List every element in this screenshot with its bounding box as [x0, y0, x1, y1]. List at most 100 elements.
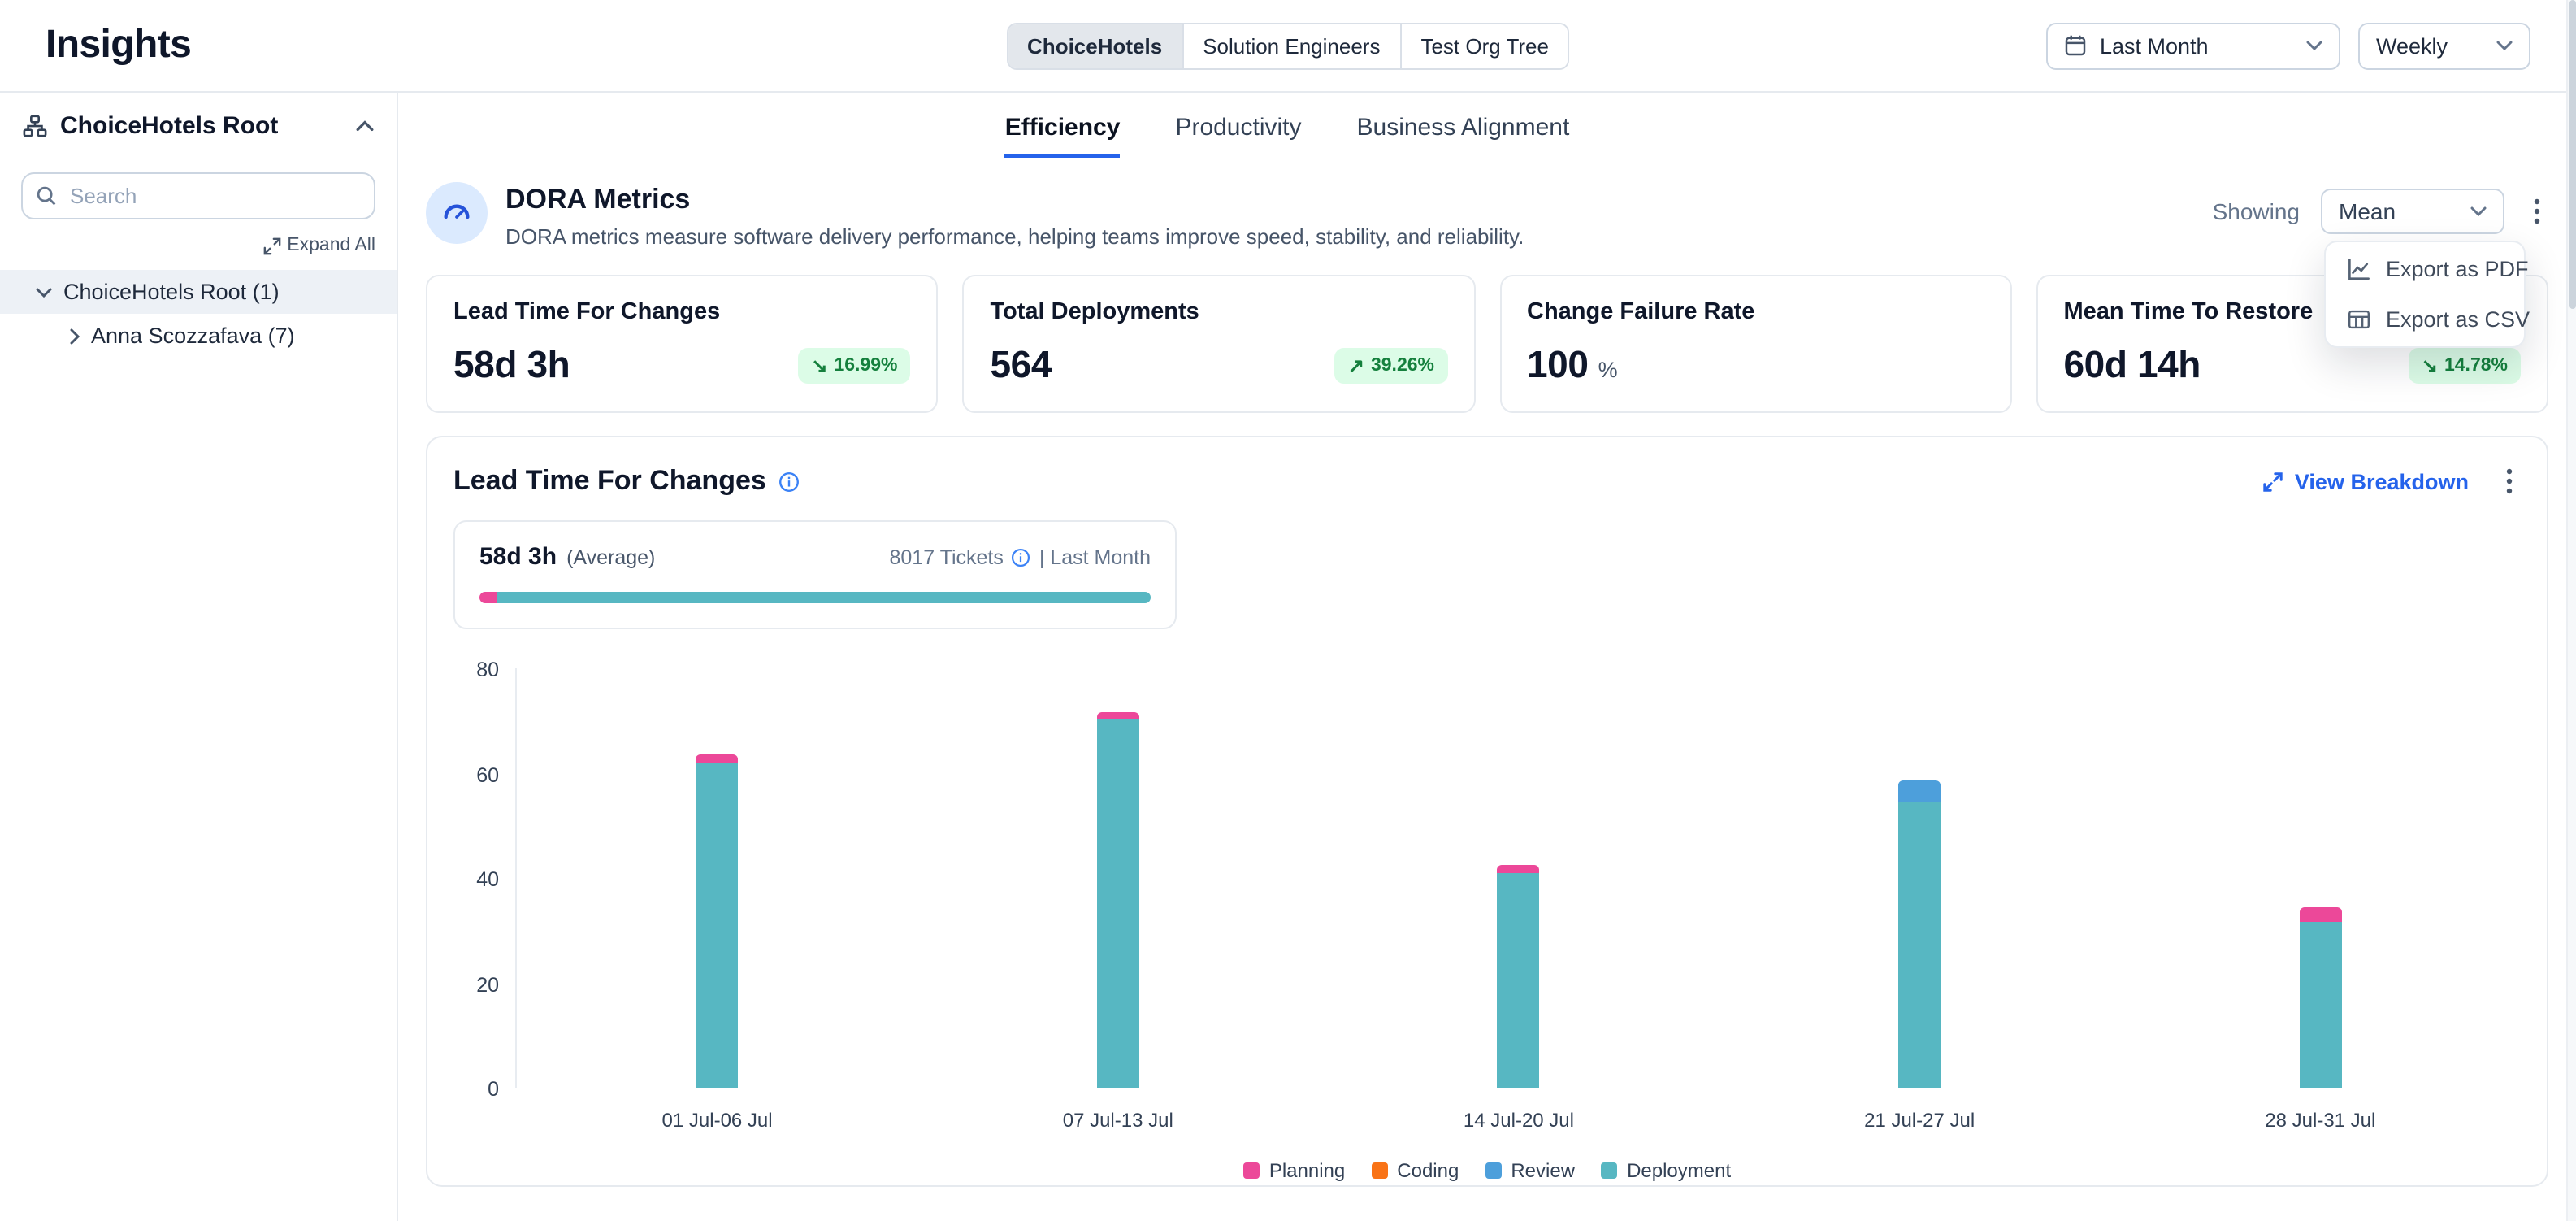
dora-titles: DORA Metrics DORA metrics measure softwa…	[505, 182, 1524, 249]
card-lead-time-for-changes[interactable]: Lead Time For Changes 58d 3h ↘ 16.99%	[426, 275, 939, 413]
card-title: Change Failure Rate	[1527, 299, 1984, 325]
org-tab-choicehotels[interactable]: ChoiceHotels	[1008, 24, 1183, 67]
tab-productivity[interactable]: Productivity	[1175, 114, 1301, 158]
dora-header: DORA Metrics DORA metrics measure softwa…	[426, 182, 2548, 249]
legend-swatch	[1601, 1162, 1617, 1179]
calendar-icon	[2064, 34, 2087, 57]
sidebar-header: ChoiceHotels Root	[0, 112, 397, 140]
legend-label: Deployment	[1627, 1159, 1731, 1182]
card-change-failure-rate[interactable]: Change Failure Rate 100%	[1499, 275, 2012, 413]
card-unit: %	[1598, 358, 1618, 382]
card-title: Total Deployments	[991, 299, 1448, 325]
card-value: 58d 3h	[453, 343, 570, 387]
stacked-bar[interactable]	[1498, 865, 1540, 1088]
granularity-select-value: Weekly	[2376, 33, 2448, 58]
showing-label: Showing	[2213, 198, 2300, 224]
expand-all-label: Expand All	[287, 236, 375, 255]
org-tab-test-org-tree[interactable]: Test Org Tree	[1401, 24, 1568, 67]
bar-group	[917, 668, 1318, 1088]
card-title: Lead Time For Changes	[453, 299, 911, 325]
view-breakdown-label: View Breakdown	[2295, 469, 2469, 493]
tickets-count: 8017 Tickets	[890, 545, 1004, 568]
dora-description: DORA metrics measure software delivery p…	[505, 224, 1524, 249]
legend-swatch	[1371, 1162, 1387, 1179]
chevron-down-icon	[2306, 41, 2322, 50]
phase-segment-deployment	[497, 592, 1151, 603]
legend-item[interactable]: Review	[1485, 1159, 1575, 1182]
expand-all-button[interactable]: Expand All	[0, 236, 397, 255]
bar-segment-planning	[1498, 865, 1540, 873]
x-axis-label: 07 Jul-13 Jul	[917, 1109, 1318, 1132]
main-area: Efficiency Productivity Business Alignme…	[398, 93, 2576, 1221]
phase-segment-planning	[479, 592, 497, 603]
stacked-bar[interactable]	[1097, 713, 1139, 1088]
granularity-select[interactable]: Weekly	[2358, 22, 2530, 69]
legend-item[interactable]: Planning	[1243, 1159, 1345, 1182]
export-pdf-label: Export as PDF	[2386, 257, 2529, 281]
period-select[interactable]: Last Month	[2046, 22, 2340, 69]
top-bar: Insights ChoiceHotels Solution Engineers…	[0, 0, 2576, 93]
search-input[interactable]	[21, 172, 375, 219]
trend-delta: 39.26%	[1371, 355, 1434, 375]
x-axis-label: 14 Jul-20 Jul	[1318, 1109, 1719, 1132]
tree-item-choicehotels-root[interactable]: ChoiceHotels Root (1)	[0, 270, 397, 314]
header-controls: Last Month Weekly	[2046, 22, 2530, 69]
kebab-menu-icon[interactable]	[2526, 193, 2548, 229]
card-value: 100%	[1527, 343, 1617, 387]
legend-item[interactable]: Coding	[1371, 1159, 1459, 1182]
trend-delta: 14.78%	[2444, 355, 2508, 375]
period-select-value: Last Month	[2100, 33, 2209, 58]
chevron-right-icon[interactable]	[70, 328, 80, 344]
chevron-up-icon[interactable]	[356, 120, 374, 132]
tab-business-alignment[interactable]: Business Alignment	[1357, 114, 1570, 158]
summary-period: | Last Month	[1039, 545, 1151, 568]
panel-title: Lead Time For Changes	[453, 465, 766, 498]
aggregation-select-value: Mean	[2339, 198, 2396, 224]
y-tick-label: 0	[488, 1078, 499, 1101]
chevron-down-icon	[2470, 206, 2487, 216]
kebab-menu-icon[interactable]	[2498, 463, 2521, 499]
sidebar-root-label: ChoiceHotels Root	[60, 112, 278, 140]
legend-item[interactable]: Deployment	[1601, 1159, 1731, 1182]
expand-icon	[2262, 471, 2283, 492]
y-tick-label: 60	[476, 763, 499, 786]
aggregation-select[interactable]: Mean	[2321, 189, 2504, 234]
info-icon[interactable]	[1012, 547, 1031, 567]
info-icon[interactable]	[779, 471, 800, 492]
bar-segment-planning	[2299, 907, 2341, 923]
card-total-deployments[interactable]: Total Deployments 564 ↗ 39.26%	[963, 275, 1476, 413]
export-menu: Export as PDF Export as CSV	[2324, 241, 2526, 348]
x-axis-label: 21 Jul-27 Jul	[1720, 1109, 2120, 1132]
plot-area	[515, 668, 2521, 1088]
stacked-bar[interactable]	[1898, 781, 1941, 1088]
org-tab-solution-engineers[interactable]: Solution Engineers	[1183, 24, 1401, 67]
export-csv-item[interactable]: Export as CSV	[2326, 294, 2524, 345]
dora-title: DORA Metrics	[505, 184, 1524, 216]
scrollbar[interactable]	[2566, 0, 2576, 1221]
view-breakdown-button[interactable]: View Breakdown	[2262, 469, 2469, 493]
bar-group	[1318, 668, 1719, 1088]
bar-segment-deployment	[1898, 802, 1941, 1088]
summary-value: 58d 3h	[479, 543, 557, 571]
x-axis-label: 28 Jul-31 Jul	[2120, 1109, 2521, 1132]
y-tick-label: 40	[476, 868, 499, 891]
dora-controls: Showing Mean	[2213, 189, 2548, 234]
bars-row	[517, 668, 2521, 1088]
panel-header: Lead Time For Changes	[453, 463, 2521, 499]
chevron-down-icon[interactable]	[36, 287, 52, 297]
bar-segment-review	[1898, 781, 1941, 802]
legend-label: Review	[1511, 1159, 1575, 1182]
dora-gauge-icon	[426, 182, 488, 244]
tree-item-anna-scozzafava[interactable]: Anna Scozzafava (7)	[0, 314, 397, 358]
scrollbar-thumb[interactable]	[2569, 0, 2576, 309]
stacked-bar[interactable]	[2299, 907, 2341, 1088]
table-icon	[2347, 307, 2371, 332]
summary-qualifier: (Average)	[566, 546, 655, 569]
export-pdf-item[interactable]: Export as PDF	[2326, 244, 2524, 294]
tab-efficiency[interactable]: Efficiency	[1005, 114, 1121, 158]
stacked-bar[interactable]	[696, 754, 739, 1088]
lead-time-summary-card: 58d 3h (Average) 8017 Tickets	[453, 520, 1177, 629]
legend-label: Planning	[1269, 1159, 1345, 1182]
bar-segment-deployment	[1097, 718, 1139, 1088]
legend-swatch	[1485, 1162, 1501, 1179]
